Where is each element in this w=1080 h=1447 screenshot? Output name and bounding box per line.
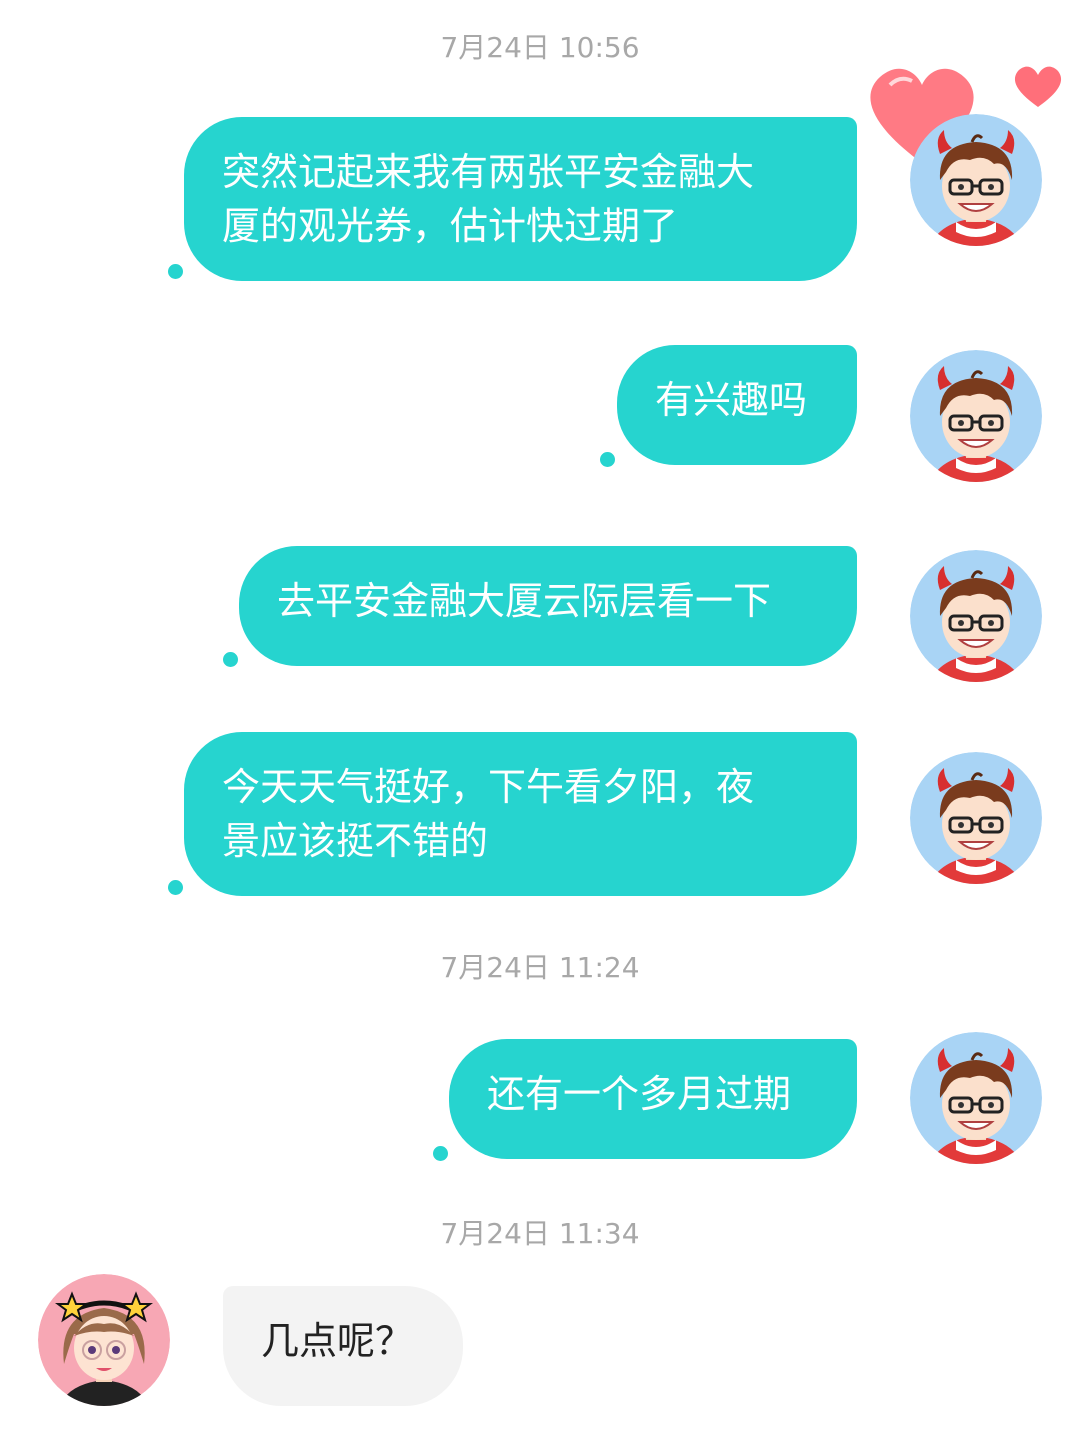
bubble-tail-dot <box>168 880 183 895</box>
my-avatar[interactable] <box>910 752 1042 884</box>
my-avatar[interactable] <box>910 550 1042 682</box>
bubble-tail-dot <box>168 264 183 279</box>
timestamp: 7月24日 11:24 <box>440 951 640 984</box>
message-bubble[interactable]: 去平安金融大厦云际层看一下 <box>239 546 857 666</box>
message-bubble[interactable]: 还有一个多月过期 <box>449 1039 857 1159</box>
message-bubble[interactable]: 今天天气挺好，下午看夕阳，夜 景应该挺不错的 <box>184 732 857 896</box>
chat-thread[interactable]: 7月24日 10:56 突然记起来我有两张平安金融大 厦的观光券，估计快过期了 … <box>0 0 1080 1447</box>
message-bubble[interactable]: 几点呢？ <box>223 1286 463 1406</box>
my-avatar[interactable] <box>910 350 1042 482</box>
contact-avatar[interactable] <box>38 1274 170 1406</box>
message-bubble[interactable]: 有兴趣吗 <box>617 345 857 465</box>
bubble-tail-dot <box>223 652 238 667</box>
bubble-tail-dot <box>433 1146 448 1161</box>
bubble-tail-dot <box>600 452 615 467</box>
timestamp: 7月24日 11:34 <box>440 1217 640 1250</box>
my-avatar[interactable] <box>910 114 1042 246</box>
my-avatar[interactable] <box>910 1032 1042 1164</box>
message-bubble[interactable]: 突然记起来我有两张平安金融大 厦的观光券，估计快过期了 <box>184 117 857 281</box>
